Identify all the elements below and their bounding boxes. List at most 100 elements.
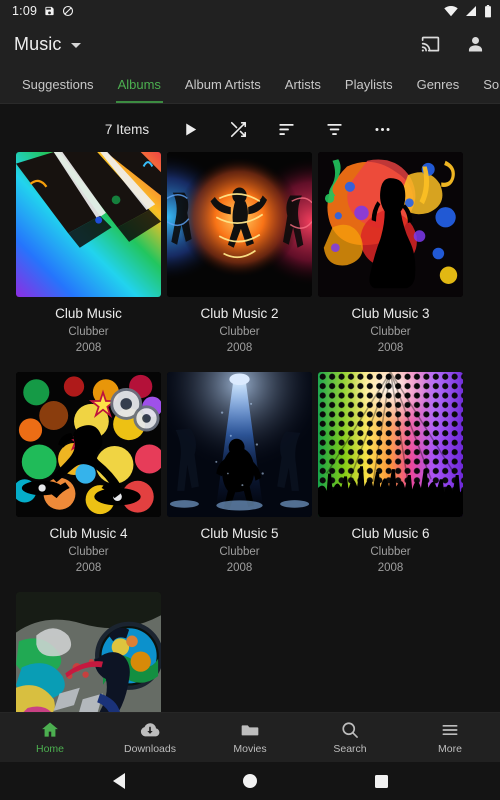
album-card[interactable]: Club Music 7 Clubber 2008 [16, 592, 161, 712]
tab-label: Albums [117, 77, 161, 92]
nav-item-more[interactable]: More [400, 720, 500, 755]
album-artwork[interactable] [318, 372, 463, 517]
album-card[interactable]: Club Music 3 Clubber 2008 [318, 152, 463, 354]
nav-label: Home [35, 743, 64, 755]
album-year: 2008 [75, 342, 102, 354]
status-bar: 1:09 [0, 0, 500, 22]
tab-genres[interactable]: Genres [405, 66, 472, 103]
nav-label: Downloads [124, 743, 176, 755]
home-button[interactable] [242, 774, 257, 788]
album-card[interactable]: Club Music 2 Clubber 2008 [167, 152, 312, 354]
home-icon [42, 722, 58, 737]
list-toolbar: 7 Items [0, 104, 500, 150]
system-navigation-bar [0, 762, 500, 800]
album-artist: Clubber [219, 546, 260, 558]
album-year: 2008 [226, 342, 253, 354]
item-count-label: 7 Items [104, 121, 150, 137]
album-artwork[interactable] [16, 152, 161, 297]
sort-icon[interactable] [273, 116, 299, 142]
save-icon [45, 6, 54, 16]
tab-label: Album Artists [184, 77, 261, 92]
glowing-dancers-art [167, 152, 312, 297]
album-artwork[interactable] [167, 152, 312, 297]
nav-item-downloads[interactable]: Downloads [100, 720, 200, 755]
album-year: 2008 [226, 562, 253, 574]
album-year: 2008 [75, 562, 102, 574]
album-artist: Clubber [370, 326, 411, 338]
graffiti-artist-art [16, 592, 161, 712]
app-title-dropdown[interactable]: Music [14, 34, 81, 55]
album-artwork[interactable] [167, 372, 312, 517]
hamburger-menu-icon [442, 725, 458, 735]
album-card[interactable]: Club Music 4 Clubber 2008 [16, 372, 161, 574]
page-title: Music [14, 33, 62, 54]
album-artwork[interactable] [318, 152, 463, 297]
tab-label: Songs [483, 77, 500, 92]
album-grid-scroll[interactable]: Club Music Clubber 2008 Club Music 2 Clu… [0, 152, 500, 712]
nav-item-search[interactable]: Search [300, 720, 400, 755]
album-card[interactable]: Club Music 5 Clubber 2008 [167, 372, 312, 574]
album-title: Club Music 3 [351, 306, 430, 321]
album-artist: Clubber [370, 546, 411, 558]
folder-icon [241, 725, 259, 736]
battery-icon [485, 4, 491, 17]
album-artist: Clubber [68, 326, 109, 338]
cast-icon[interactable] [420, 34, 441, 55]
search-icon [342, 722, 358, 738]
album-title: Club Music 5 [200, 526, 279, 541]
bottom-navigation-bar: Home Downloads Movies Search More [0, 712, 500, 762]
tab-albums[interactable]: Albums [106, 66, 173, 103]
album-grid: Club Music Clubber 2008 Club Music 2 Clu… [0, 152, 500, 712]
tab-artists[interactable]: Artists [273, 66, 333, 103]
more-options-icon[interactable] [369, 116, 395, 142]
do-not-disturb-icon [63, 5, 74, 17]
album-artwork[interactable] [16, 592, 161, 712]
status-bar-right [444, 4, 492, 18]
nav-item-home[interactable]: Home [0, 720, 100, 755]
status-bar-left: 1:09 [12, 4, 74, 18]
album-year: 2008 [377, 342, 404, 354]
cellular-signal-icon [466, 6, 476, 16]
tab-label: Playlists [344, 77, 393, 92]
album-card[interactable]: Club Music Clubber 2008 [16, 152, 161, 354]
tab-album-artists[interactable]: Album Artists [173, 66, 273, 103]
tab-suggestions[interactable]: Suggestions [10, 66, 106, 103]
dj-bubbles-art [16, 372, 161, 517]
album-title: Club Music 6 [351, 526, 430, 541]
woman-silhouette-splash-art [318, 152, 463, 297]
tab-songs[interactable]: Songs [471, 66, 500, 103]
wifi-icon [444, 5, 458, 17]
account-icon[interactable] [465, 34, 486, 55]
chevron-down-icon [70, 43, 81, 48]
album-title: Club Music 4 [49, 526, 128, 541]
album-year: 2008 [377, 562, 404, 574]
app-bar-actions [420, 34, 486, 55]
nav-label: More [438, 743, 462, 755]
filter-icon[interactable] [321, 116, 347, 142]
back-button[interactable] [112, 773, 125, 789]
recents-button[interactable] [374, 774, 388, 788]
album-artist: Clubber [68, 546, 109, 558]
album-title: Club Music [55, 306, 122, 321]
shuffle-icon[interactable] [225, 116, 251, 142]
play-icon[interactable] [177, 116, 203, 142]
album-card[interactable]: Club Music 6 Clubber 2008 [318, 372, 463, 574]
download-cloud-icon [140, 723, 160, 737]
rainbow-dots-crowd-art [318, 372, 463, 517]
tab-playlists[interactable]: Playlists [333, 66, 405, 103]
album-artwork[interactable] [16, 372, 161, 517]
album-artist: Clubber [219, 326, 260, 338]
app-bar: Music [0, 22, 500, 66]
status-bar-clock: 1:09 [12, 4, 38, 18]
tab-label: Genres [416, 77, 460, 92]
tab-label: Suggestions [22, 77, 94, 92]
blue-spotlight-dancer-art [167, 372, 312, 517]
nav-item-movies[interactable]: Movies [200, 720, 300, 755]
music-app-screen: 1:09 Music Suggestions Albums Album Arti… [0, 0, 500, 800]
nav-label: Movies [233, 743, 267, 755]
piano-keys-rainbow-art [16, 152, 161, 297]
nav-label: Search [333, 743, 367, 755]
tab-label: Artists [284, 77, 321, 92]
category-tab-bar[interactable]: Suggestions Albums Album Artists Artists… [0, 66, 500, 104]
album-title: Club Music 2 [200, 306, 279, 321]
